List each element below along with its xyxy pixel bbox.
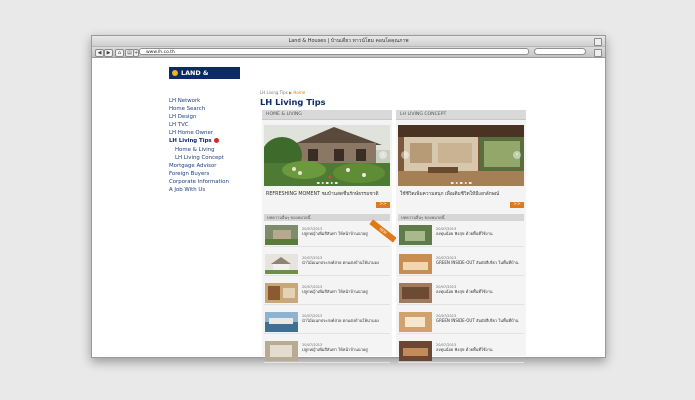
list-item[interactable]: 20/07/2013 นำไม้อเนกประสงค์สวย ตกแต่งบ้า…	[264, 309, 390, 334]
list-item[interactable]: 20/07/2013 ลงทุนน้อย ฟังสุข ด้วยพื้นที่ใ…	[398, 280, 524, 305]
item-title[interactable]: ลงทุนน้อย ฟังสุข ด้วยพื้นที่ใช้งาน	[436, 347, 521, 352]
thumbnail-image	[399, 283, 432, 303]
site-logo[interactable]: LAND & HOUSES	[169, 67, 240, 89]
feature-image[interactable]: ‹ ›	[398, 125, 524, 186]
thumbnail-image	[265, 254, 298, 274]
logo-text: LAND & HOUSES	[181, 69, 211, 89]
carousel-indicators[interactable]	[316, 181, 338, 184]
breadcrumb: LH Living Tips ▶ Home	[260, 90, 305, 95]
item-title[interactable]: นำไม้อเนกประสงค์สวย ตกแต่งบ้านให้น่ามอง	[302, 260, 387, 265]
search-input[interactable]	[534, 48, 586, 55]
garden-house-photo	[264, 125, 390, 186]
nav-item-lh-living-concept[interactable]: LH Living Concept	[169, 154, 229, 162]
breadcrumb-current: Home	[293, 90, 306, 95]
carousel-indicators[interactable]	[450, 181, 472, 184]
item-title[interactable]: GREEN INSIDE-OUT สัมผัสสีเขียว ในพื้นที่…	[436, 318, 521, 323]
list-item[interactable]: 20/07/2013 GREEN INSIDE-OUT สัมผัสสีเขีย…	[398, 309, 524, 334]
list-item[interactable]: 20/07/2013 ลงทุนน้อย ฟังสุข ด้วยพื้นที่ใ…	[398, 222, 524, 247]
thumbnail-image	[265, 341, 298, 361]
fullscreen-icon[interactable]	[594, 38, 602, 46]
nav-item-lh-living-tips[interactable]: LH Living Tips	[169, 137, 229, 145]
feature-caption[interactable]: ใช้ชีวิตเพิ่มความสนุก เพื่อเติมชีวิตให้ม…	[400, 192, 522, 206]
side-navigation: LH Network Home Search LH Design LH TVC …	[169, 97, 229, 194]
carousel-prev-icon[interactable]: ‹	[401, 151, 409, 159]
terrace-photo	[398, 125, 524, 186]
more-button[interactable]: >>	[510, 202, 524, 208]
browser-toolbar: ◀ ▶ ⌂ ▤ + www.lh.co.th	[92, 47, 605, 58]
nav-item-corporate-information[interactable]: Corporate Information	[169, 178, 229, 186]
settings-icon[interactable]	[594, 49, 602, 57]
thumbnail-image	[399, 225, 432, 245]
home-living-panel: HOME & LIVING › REFRESHING MOMENT ชมบ้าน…	[262, 110, 397, 363]
list-item[interactable]: 20/07/2013 ปลูกหญ้าเพิ่มสีสันท่า ให้หน้า…	[264, 338, 390, 363]
page-title: LH Living Tips	[260, 97, 326, 107]
thumbnail-image	[399, 254, 432, 274]
item-title[interactable]: ปลูกหญ้าเพิ่มสีสันท่า ให้หน้าบ้านน่าอยู่	[302, 289, 387, 294]
nav-item-a-job-with-us[interactable]: A Job With Us	[169, 186, 229, 194]
list-item[interactable]: 20/07/2013 ลงทุนน้อย ฟังสุข ด้วยพื้นที่ใ…	[398, 338, 524, 363]
logo-sun-icon	[172, 70, 178, 76]
carousel-next-icon[interactable]: ›	[513, 151, 521, 159]
thumbnail-image	[265, 312, 298, 332]
title-bar: Land & Houses | บ้านเดี่ยว ทาวน์โฮม คอนโ…	[92, 36, 605, 47]
item-title[interactable]: ปลูกหญ้าเพิ่มสีสันท่า ให้หน้าบ้านน่าอยู่	[302, 231, 387, 236]
feature-caption[interactable]: REFRESHING MOMENT ชมบ้านสดชื่นรักษ์ธรรมช…	[266, 192, 388, 206]
nav-item-lh-tvc[interactable]: LH TVC	[169, 121, 229, 129]
nav-item-foreign-buyers[interactable]: Foreign Buyers	[169, 170, 229, 178]
thumbnail-image	[399, 341, 432, 361]
breadcrumb-separator-icon: ▶	[289, 90, 293, 95]
item-title[interactable]: นำไม้อเนกประสงค์สวย ตกแต่งบ้านให้น่ามอง	[302, 318, 387, 323]
thumbnail-image	[265, 225, 298, 245]
back-icon[interactable]: ◀	[95, 49, 104, 57]
carousel-next-icon[interactable]: ›	[379, 151, 387, 159]
thumbnail-image	[265, 283, 298, 303]
window-title: Land & Houses | บ้านเดี่ยว ทาวน์โฮม คอนโ…	[288, 38, 409, 44]
nav-item-home-search[interactable]: Home Search	[169, 105, 229, 113]
nav-item-label: LH Living Tips	[169, 138, 212, 145]
item-title[interactable]: GREEN INSIDE-OUT สัมผัสสีเขียว ในพื้นที่…	[436, 260, 521, 265]
breadcrumb-parent[interactable]: LH Living Tips	[260, 90, 288, 95]
item-title[interactable]: ลงทุนน้อย ฟังสุข ด้วยพื้นที่ใช้งาน	[436, 289, 521, 294]
active-indicator-icon	[213, 138, 219, 144]
list-heading: บทความอื่นๆ ของหมวดนี้	[398, 214, 524, 221]
list-item[interactable]: 20/07/2013 ปลูกหญ้าเพิ่มสีสันท่า ให้หน้า…	[264, 222, 390, 247]
list-item[interactable]: 20/07/2013 นำไม้อเนกประสงค์สวย ตกแต่งบ้า…	[264, 251, 390, 276]
thumbnail-image	[399, 312, 432, 332]
list-item[interactable]: 20/07/2013 ปลูกหญ้าเพิ่มสีสันท่า ให้หน้า…	[264, 280, 390, 305]
forward-icon[interactable]: ▶	[104, 49, 113, 57]
item-title[interactable]: ปลูกหญ้าเพิ่มสีสันท่า ให้หน้าบ้านน่าอยู่	[302, 347, 387, 352]
nav-item-home-living[interactable]: Home & Living	[169, 146, 229, 154]
item-title[interactable]: ลงทุนน้อย ฟังสุข ด้วยพื้นที่ใช้งาน	[436, 231, 521, 236]
home-icon[interactable]: ⌂	[115, 49, 124, 57]
lh-living-concept-panel: LH LIVING CONCEPT ‹ › ใช้ชีวิตเพิ่มความส…	[396, 110, 526, 363]
more-button[interactable]: >>	[376, 202, 390, 208]
list-item[interactable]: 20/07/2013 GREEN INSIDE-OUT สัมผัสสีเขีย…	[398, 251, 524, 276]
nav-item-mortgage-advisor[interactable]: Mortgage Advisor	[169, 162, 229, 170]
nav-item-lh-network[interactable]: LH Network	[169, 97, 229, 105]
feature-image[interactable]: ›	[264, 125, 390, 186]
nav-item-lh-home-owner[interactable]: LH Home Owner	[169, 129, 229, 137]
nav-item-lh-design[interactable]: LH Design	[169, 113, 229, 121]
address-bar[interactable]: www.lh.co.th	[139, 48, 529, 55]
panel-heading: LH LIVING CONCEPT	[396, 110, 526, 120]
panel-heading: HOME & LIVING	[262, 110, 392, 120]
